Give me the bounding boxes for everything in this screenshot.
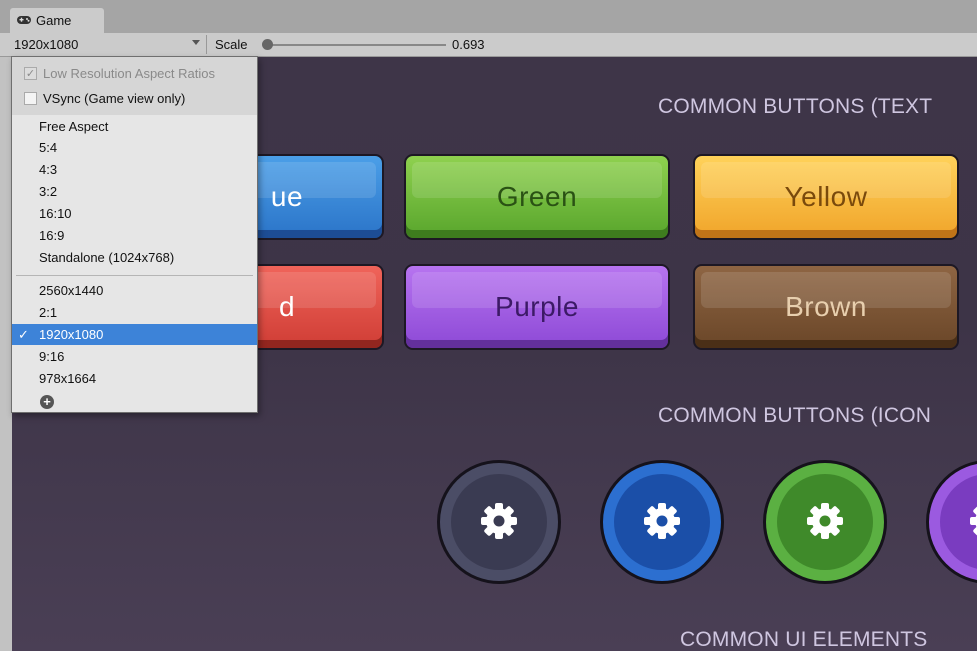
- resolution-dropdown[interactable]: 1920x1080: [10, 33, 206, 56]
- menu-item-2-1[interactable]: 2:1: [12, 302, 257, 323]
- green-button[interactable]: Green: [404, 154, 670, 240]
- menu-item-5-4[interactable]: 5:4: [12, 137, 257, 158]
- chevron-down-icon: [192, 40, 200, 45]
- green-button-label: Green: [496, 181, 578, 212]
- tab-bar: Game: [0, 0, 977, 33]
- blue-gear-button[interactable]: [600, 460, 724, 584]
- game-toolbar: 1920x1080 Scale 0.693: [0, 33, 977, 57]
- menu-item-free-aspect[interactable]: Free Aspect: [12, 116, 257, 137]
- heading-common-buttons-text: COMMON BUTTONS (TEXT: [658, 95, 933, 118]
- brown-button-label: Brown: [785, 291, 867, 322]
- gear-icon: [968, 501, 977, 544]
- checkbox-icon: [24, 91, 37, 105]
- toolbar-divider: [206, 35, 207, 54]
- purple-gear-button[interactable]: [926, 460, 977, 584]
- yellow-button-label: Yellow: [784, 181, 868, 212]
- menu-separator: [16, 275, 253, 276]
- resolution-value: 1920x1080: [14, 37, 79, 52]
- menu-item-3-2[interactable]: 3:2: [12, 181, 257, 202]
- dark-gear-button[interactable]: [437, 460, 561, 584]
- low-res-aspect-label: Low Resolution Aspect Ratios: [43, 65, 215, 81]
- gamepad-icon: [16, 13, 32, 28]
- vsync-label: VSync (Game view only): [43, 90, 186, 106]
- vsync-toggle[interactable]: VSync (Game view only): [24, 88, 185, 108]
- menu-item-4-3[interactable]: 4:3: [12, 159, 257, 180]
- tab-label: Game: [36, 13, 72, 28]
- yellow-button[interactable]: Yellow: [693, 154, 959, 240]
- scale-label: Scale: [215, 37, 248, 52]
- menu-item-16-9[interactable]: 16:9: [12, 225, 257, 246]
- menu-item-1920x1080[interactable]: ✓ 1920x1080: [12, 324, 257, 345]
- scale-slider-track[interactable]: [266, 44, 446, 46]
- resolution-menu: ✓ Low Resolution Aspect Ratios VSync (Ga…: [11, 56, 258, 413]
- scale-value: 0.693: [452, 37, 485, 52]
- checkmark-icon: ✓: [18, 327, 29, 342]
- heading-common-ui-elements: COMMON UI ELEMENTS: [680, 628, 928, 651]
- menu-item-16-10[interactable]: 16:10: [12, 203, 257, 224]
- menu-item-label: 1920x1080: [39, 327, 104, 342]
- purple-button[interactable]: Purple: [404, 264, 670, 350]
- menu-item-9-16[interactable]: 9:16: [12, 346, 257, 367]
- gear-icon: [805, 501, 845, 544]
- scale-slider-handle[interactable]: [262, 39, 273, 50]
- menu-item-978x1664[interactable]: 978x1664: [12, 368, 257, 389]
- brown-button[interactable]: Brown: [693, 264, 959, 350]
- checkbox-checked-icon: ✓: [24, 66, 37, 80]
- red-button-label: d: [278, 291, 296, 322]
- tab-game[interactable]: Game: [10, 8, 104, 33]
- menu-item-2560x1440[interactable]: 2560x1440: [12, 280, 257, 301]
- gear-icon: [642, 501, 682, 544]
- blue-button-label: ue: [270, 181, 304, 212]
- menu-item-standalone[interactable]: Standalone (1024x768): [12, 247, 257, 268]
- gear-icon: [479, 501, 519, 544]
- low-res-aspect-toggle[interactable]: ✓ Low Resolution Aspect Ratios: [24, 63, 215, 83]
- heading-common-buttons-icon: COMMON BUTTONS (ICON: [658, 404, 932, 427]
- plus-circle-icon[interactable]: +: [40, 395, 54, 409]
- purple-button-label: Purple: [495, 291, 579, 322]
- green-gear-button[interactable]: [763, 460, 887, 584]
